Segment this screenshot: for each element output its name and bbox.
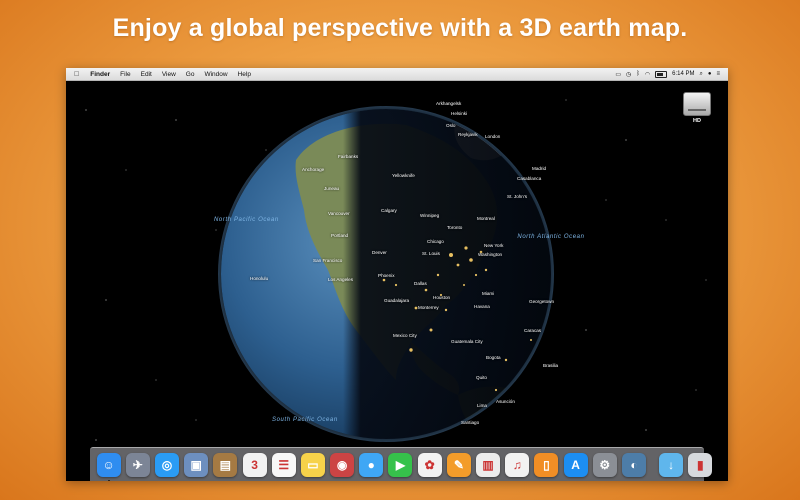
app-store-icon[interactable]: A <box>563 452 588 477</box>
downloads-folder-icon[interactable]: ↓ <box>659 452 684 477</box>
city-label[interactable]: Brasilia <box>543 363 558 368</box>
city-label[interactable]: Toronto <box>447 225 462 230</box>
city-label[interactable]: Fairbanks <box>338 154 358 159</box>
calendar-icon[interactable]: 3 <box>242 452 267 477</box>
ibooks-icon[interactable]: ▯ <box>534 452 559 477</box>
city-label[interactable]: Yellowknife <box>392 173 415 178</box>
photo-booth-icon[interactable]: ◉ <box>330 452 355 477</box>
city-label[interactable]: Vancouver <box>328 211 350 216</box>
city-label[interactable]: Arkhangelsk <box>436 101 461 106</box>
list-icon[interactable]: ≡ <box>716 71 720 77</box>
bluetooth-icon[interactable]: ᛒ <box>636 71 640 77</box>
mac-screen:  Finder File Edit View Go Window Help ▭… <box>66 68 728 481</box>
itunes-icon[interactable]: ♫ <box>505 452 530 477</box>
city-label[interactable]: Dallas <box>414 281 427 286</box>
trash-icon[interactable]: ▮ <box>688 452 713 477</box>
city-label[interactable]: Caracas <box>524 328 541 333</box>
city-label[interactable]: Winnipeg <box>420 213 439 218</box>
system-preferences-icon[interactable]: ⚙ <box>592 452 617 477</box>
city-label[interactable]: London <box>485 134 500 139</box>
menu-help[interactable]: Help <box>233 71 256 78</box>
city-label[interactable]: Georgetown <box>529 299 554 304</box>
city-label[interactable]: Bogota <box>486 355 501 360</box>
city-label[interactable]: Denver <box>372 250 387 255</box>
apple-icon[interactable]:  <box>66 71 85 78</box>
safari-icon[interactable]: ◎ <box>154 452 179 477</box>
city-label[interactable]: Oslo <box>446 123 455 128</box>
city-label[interactable]: Helsinki <box>451 111 467 116</box>
city-label[interactable]: Lima <box>477 403 487 408</box>
headline: Enjoy a global perspective with a 3D ear… <box>112 14 688 42</box>
city-label[interactable]: St. Louis <box>422 251 440 256</box>
city-label[interactable]: Calgary <box>381 208 397 213</box>
earth-view[interactable]: North Pacific Ocean North Atlantic Ocean… <box>66 80 728 481</box>
menu-app-name[interactable]: Finder <box>85 71 115 78</box>
photos-icon[interactable]: ✿ <box>417 452 442 477</box>
menu-file[interactable]: File <box>115 71 135 78</box>
city-label[interactable]: Reykjavik <box>458 132 478 137</box>
hard-drive[interactable]: HD <box>682 92 712 124</box>
launchpad-icon[interactable]: ✈ <box>125 452 150 477</box>
airplay-icon[interactable]: ▭ <box>615 71 621 78</box>
city-label[interactable]: Quito <box>476 375 487 380</box>
city-label[interactable]: Havana <box>474 304 490 309</box>
menu-edit[interactable]: Edit <box>136 71 157 78</box>
hard-drive-icon[interactable] <box>683 92 711 116</box>
city-label[interactable]: Guatemala City <box>451 339 483 344</box>
menu-go[interactable]: Go <box>181 71 200 78</box>
finder-icon[interactable]: ☺ <box>96 452 121 481</box>
menu-window[interactable]: Window <box>199 71 232 78</box>
menu-view[interactable]: View <box>157 71 181 78</box>
city-label[interactable]: Santiago <box>461 420 479 425</box>
earth-map-icon[interactable]: ◐ <box>621 452 646 477</box>
reminders-icon[interactable]: ☰ <box>271 452 296 477</box>
messages-icon[interactable]: ● <box>359 452 384 477</box>
user-icon[interactable]: ● <box>708 71 712 77</box>
search-icon[interactable]: ⌕ <box>699 71 702 78</box>
status-area: ▭ ◷ ᛒ ◠ 6:14 PM ⌕ ● ≡ <box>615 70 728 78</box>
facetime-icon[interactable]: ▶ <box>388 452 413 477</box>
ocean-label: North Atlantic Ocean <box>517 234 585 240</box>
dock: ☺ ✈ ◎ ▣ ▤ 3 ☰ ▭ ◉ ● ▶ ✿ ✎ ▥ ♫ ▯ A ⚙ ◐ ↓ ▮ <box>90 447 713 481</box>
city-label[interactable]: Portland <box>331 233 348 238</box>
city-label[interactable]: San Francisco <box>313 258 342 263</box>
ocean-label: South Pacific Ocean <box>272 417 338 423</box>
city-label[interactable]: Anchorage <box>302 167 324 172</box>
city-label[interactable]: Casablanca <box>517 176 541 181</box>
city-label[interactable]: Houston <box>433 295 450 300</box>
wifi-icon[interactable]: ◠ <box>645 71 650 78</box>
ocean-label: North Pacific Ocean <box>214 217 279 223</box>
city-label[interactable]: Guadalajara <box>384 298 409 303</box>
city-label[interactable]: Chicago <box>427 239 444 244</box>
preview-icon[interactable]: ▣ <box>184 452 209 477</box>
earth-globe[interactable] <box>66 80 728 481</box>
city-label[interactable]: Miami <box>482 291 494 296</box>
hard-drive-label: HD <box>693 118 701 124</box>
battery-icon[interactable] <box>655 70 668 78</box>
time-machine-icon[interactable]: ◷ <box>626 71 631 78</box>
city-label[interactable]: Monterrey <box>418 305 439 310</box>
city-label[interactable]: Madrid <box>532 166 546 171</box>
city-label[interactable]: Washington <box>478 252 502 257</box>
city-label[interactable]: New York <box>484 243 503 248</box>
city-label[interactable]: Honolulu <box>250 276 268 281</box>
city-label[interactable]: Phoenix <box>378 273 395 278</box>
city-label[interactable]: Los Angeles <box>328 277 353 282</box>
contacts-icon[interactable]: ▤ <box>213 452 238 477</box>
clock[interactable]: 6:14 PM <box>672 71 694 77</box>
city-label[interactable]: St. John's <box>507 194 527 199</box>
city-label[interactable]: Asunción <box>496 399 515 404</box>
city-label[interactable]: Montreal <box>477 216 495 221</box>
city-label[interactable]: Juneau <box>324 186 339 191</box>
city-label[interactable]: Mexico City <box>393 333 417 338</box>
numbers-icon[interactable]: ▥ <box>476 452 501 477</box>
pages-icon[interactable]: ✎ <box>446 452 471 477</box>
notes-icon[interactable]: ▭ <box>300 452 325 477</box>
